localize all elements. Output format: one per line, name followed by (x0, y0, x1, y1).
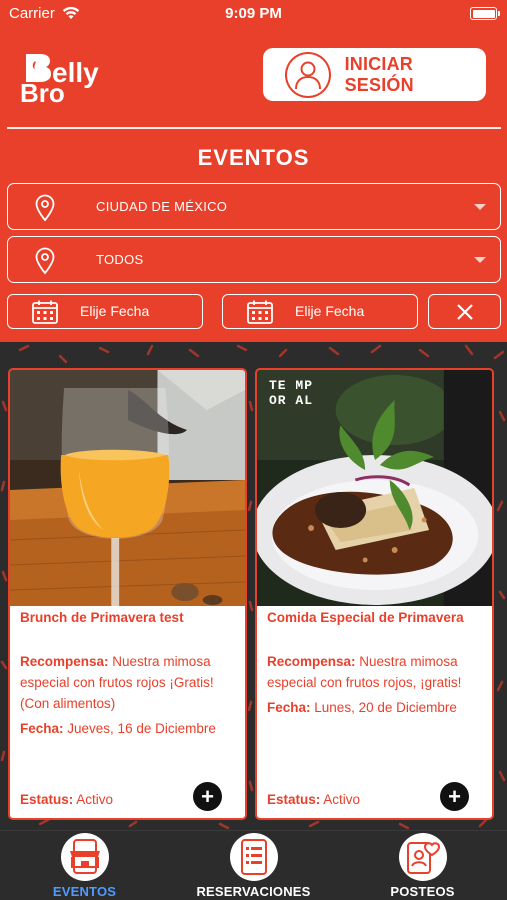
clock: 9:09 PM (225, 5, 282, 22)
date-to-button[interactable]: Elije Fecha (222, 294, 418, 329)
plus-icon: + (448, 783, 461, 809)
location-pin-icon (35, 194, 55, 222)
calendar-icon (247, 300, 273, 324)
event-date: Fecha: Lunes, 20 de Diciembre (267, 700, 457, 715)
city-value: CIUDAD DE MÉXICO (96, 199, 228, 214)
tab-bar: EVENTOS RESERVACIONES POSTEOS (0, 830, 507, 900)
calendar-icon (32, 300, 58, 324)
user-icon (285, 51, 331, 98)
close-icon (456, 303, 473, 320)
page-title: EVENTOS (197, 145, 310, 170)
clear-dates-button[interactable] (428, 294, 501, 329)
date-from-button[interactable]: Elije Fecha (7, 294, 203, 329)
chevron-down-icon (474, 257, 486, 263)
event-reward: Recompensa: Nuestra mimosa especial con … (267, 654, 462, 690)
location-pin-icon (35, 247, 55, 275)
chevron-down-icon (474, 204, 486, 210)
tab-label: EVENTOS (52, 884, 117, 899)
heart-post-icon (398, 833, 447, 881)
category-value: TODOS (96, 252, 144, 267)
event-status: Estatus: Activo (267, 792, 361, 807)
plus-icon: + (201, 783, 214, 809)
event-photo (10, 370, 245, 606)
login-button[interactable]: INICIAR SESIÓN (263, 48, 486, 101)
tab-label: RESERVACIONES (196, 884, 311, 899)
tab-reservaciones[interactable]: RESERVACIONES (169, 831, 338, 900)
add-event-button[interactable]: + (440, 782, 469, 811)
event-card[interactable]: Brunch de Primavera test Recompensa: Nue… (8, 368, 247, 820)
battery-icon (470, 7, 500, 20)
tab-label: POSTEOS (390, 884, 455, 899)
date-to-label: Elije Fecha (295, 303, 365, 319)
svg-text:Bro: Bro (20, 78, 65, 104)
date-from-label: Elije Fecha (80, 303, 150, 319)
header-divider (7, 127, 501, 129)
list-icon (229, 833, 278, 881)
events-list[interactable]: Brunch de Primavera test Recompensa: Nue… (0, 342, 507, 830)
event-title: Brunch de Primavera test (20, 610, 184, 625)
event-card[interactable]: TE MP OR AL Comida Especial de Primavera… (255, 368, 494, 820)
store-icon (60, 833, 109, 881)
status-bar: Carrier 9:09 PM (0, 0, 507, 28)
event-status: Estatus: Activo (20, 792, 114, 807)
city-select[interactable]: CIUDAD DE MÉXICO (7, 183, 501, 230)
event-reward: Recompensa: Nuestra mimosa especial con … (20, 654, 214, 711)
tab-posteos[interactable]: POSTEOS (338, 831, 507, 900)
belly-bro-logo: elly Bro (20, 54, 99, 104)
tab-eventos[interactable]: EVENTOS (0, 831, 169, 900)
add-event-button[interactable]: + (193, 782, 222, 811)
category-select[interactable]: TODOS (7, 236, 501, 283)
login-label: INICIAR SESIÓN (344, 53, 414, 95)
temporal-watermark: TE MP OR AL (269, 378, 314, 408)
event-title: Comida Especial de Primavera (267, 610, 464, 625)
event-date: Fecha: Jueves, 16 de Diciembre (20, 721, 216, 736)
